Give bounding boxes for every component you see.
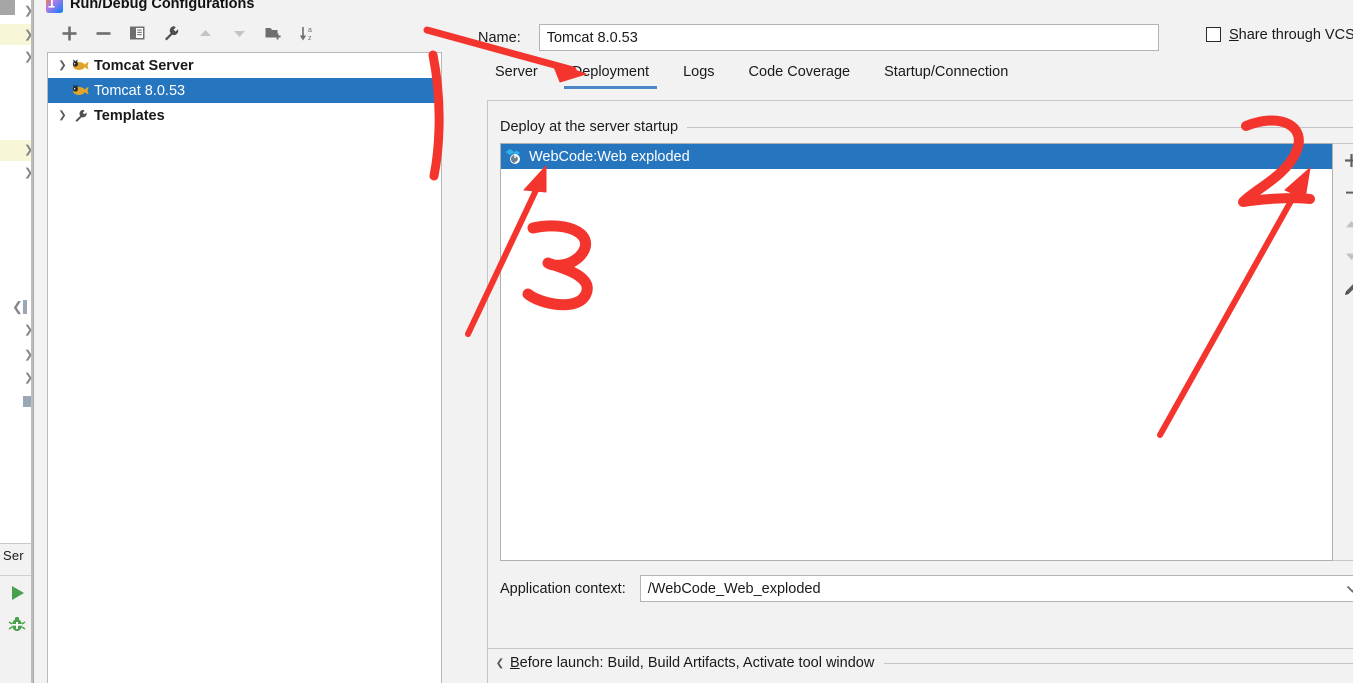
remove-artifact-button[interactable] [1333,176,1353,208]
deployment-artifacts-list[interactable]: WebCode:Web exploded [500,143,1333,561]
name-label: Name: [478,29,521,46]
deploy-group-label: Deploy at the server startup [500,119,679,135]
deploy-at-startup-group-header: Deploy at the server startup [500,119,1353,135]
chevron-down-icon[interactable]: ❮ [490,658,510,669]
tab-deployment[interactable]: Deployment [555,64,666,89]
ide-bg-marker [23,300,27,314]
name-row: Name: [478,24,1159,51]
edit-artifact-button[interactable] [1333,272,1353,304]
application-context-label: Application context: [500,580,626,597]
tomcat-icon [71,82,90,99]
chevron-down-icon[interactable]: ❯ [54,60,71,71]
tree-toolbar: a z [47,18,442,48]
tomcat-icon [71,57,90,74]
divider [884,662,1353,664]
svg-text:z: z [308,35,312,42]
wrench-icon [71,107,90,124]
divider [0,575,33,576]
list-item[interactable]: WebCode:Web exploded [501,144,1332,169]
list-item-label: WebCode:Web exploded [529,148,690,165]
before-launch-section[interactable]: ❮ Before launch: Build, Build Artifacts,… [490,655,1353,671]
deployment-tab-content: Deploy at the server startup WebCode:Web… [487,100,1353,683]
chevron-right-icon[interactable]: ❯ [54,110,71,121]
play-icon[interactable] [8,584,26,602]
remove-configuration-button[interactable] [86,19,120,47]
tree-item-tomcat-8-0-53[interactable]: Tomcat 8.0.53 [48,78,441,103]
application-context-row: Application context: /WebCode_Web_explod… [500,575,1353,602]
chevron-down-icon[interactable] [1346,584,1353,593]
run-debug-configurations-dialog: Run/Debug Configurations a z ❯ Tomcat Se… [33,0,1353,683]
ide-bg-row [0,118,33,139]
folder-add-icon[interactable] [256,19,290,47]
run-debug-configurations-screen: ❯ ❯ ❯ ❯ ❯ ❮ ❯ ❯ ❯ Ser Run/Debug Configur… [0,0,1353,683]
share-vcs-label: Share through VCS [1229,26,1353,43]
application-context-value: /WebCode_Web_exploded [647,580,821,597]
tab-logs[interactable]: Logs [666,64,731,89]
divider [487,648,1353,649]
ide-background-strip: ❯ ❯ ❯ ❯ ❯ ❮ ❯ ❯ ❯ Ser [0,0,33,683]
ide-tool-window-label: Ser [3,548,24,563]
svg-text:a: a [308,27,312,34]
share-through-vcs-row: Share through VCS ? [1206,25,1353,44]
arrow-up-icon [188,19,222,47]
tree-item-label: Templates [94,107,165,124]
intellij-logo-icon [46,0,63,13]
ide-run-tool-window [0,543,33,683]
application-context-combobox[interactable]: /WebCode_Web_exploded [639,575,1353,602]
move-artifact-down-button [1333,240,1353,272]
copy-icon[interactable] [120,19,154,47]
artifact-list-toolbar [1333,143,1353,561]
configuration-tabs: Server Deployment Logs Code Coverage Sta… [478,64,1025,89]
divider [687,126,1353,128]
chevron-down-icon[interactable]: ❮ [12,300,23,313]
configurations-tree-pane: a z ❯ Tomcat Server Tomcat 8.0.53 ❯ Temp… [47,18,442,683]
configurations-tree[interactable]: ❯ Tomcat Server Tomcat 8.0.53 ❯ Template… [47,52,442,683]
share-vcs-checkbox[interactable] [1206,27,1221,42]
tree-item-label: Tomcat 8.0.53 [94,82,186,99]
arrow-down-icon [222,19,256,47]
add-artifact-button[interactable] [1333,144,1353,176]
tree-item-templates[interactable]: ❯ Templates [48,103,441,128]
bug-icon[interactable] [8,615,26,633]
wrench-icon[interactable] [154,19,188,47]
tab-code-coverage[interactable]: Code Coverage [732,64,868,89]
sort-az-icon[interactable]: a z [290,19,324,47]
move-artifact-up-button [1333,208,1353,240]
before-launch-label: Before launch: Build, Build Artifacts, A… [510,655,875,671]
tab-server[interactable]: Server [478,64,555,89]
tree-item-label: Tomcat Server [94,57,194,74]
tree-item-tomcat-server[interactable]: ❯ Tomcat Server [48,53,441,78]
configuration-editor-pane: Name: Share through VCS ? Server Deploym… [454,0,1353,683]
tab-startup-connection[interactable]: Startup/Connection [867,64,1025,89]
artifact-icon [505,148,524,165]
name-input[interactable] [538,24,1159,51]
dialog-title: Run/Debug Configurations [70,0,255,12]
add-configuration-button[interactable] [52,19,86,47]
